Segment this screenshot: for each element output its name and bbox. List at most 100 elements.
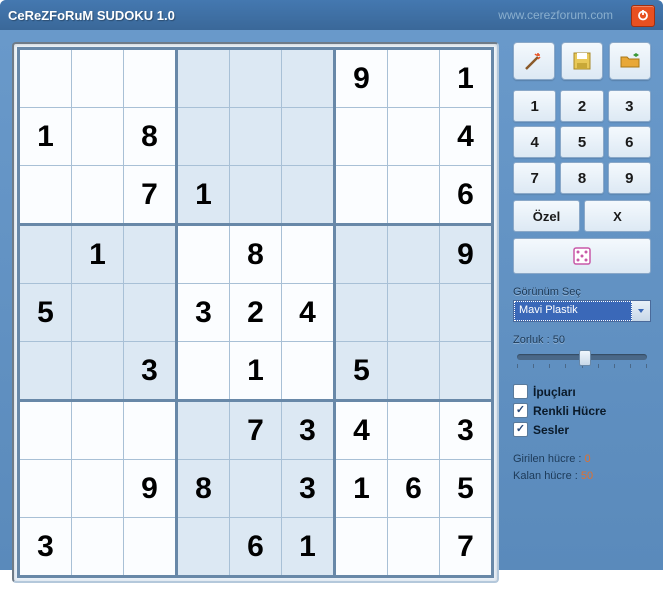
cell-2-0[interactable] (19, 166, 72, 225)
cell-4-6[interactable] (335, 284, 388, 342)
cell-3-1[interactable]: 1 (72, 225, 124, 284)
close-button[interactable] (631, 5, 655, 27)
colored-checkbox[interactable] (513, 403, 528, 418)
cell-3-3[interactable] (177, 225, 230, 284)
cell-7-5[interactable]: 3 (282, 460, 335, 518)
cell-8-2[interactable] (124, 518, 177, 577)
cell-8-3[interactable] (177, 518, 230, 577)
cell-2-3[interactable]: 1 (177, 166, 230, 225)
cell-5-7[interactable] (388, 342, 440, 401)
cell-5-3[interactable] (177, 342, 230, 401)
cell-4-5[interactable]: 4 (282, 284, 335, 342)
cell-7-0[interactable] (19, 460, 72, 518)
cell-0-1[interactable] (72, 49, 124, 108)
cell-8-6[interactable] (335, 518, 388, 577)
cell-8-8[interactable]: 7 (440, 518, 493, 577)
cell-3-2[interactable] (124, 225, 177, 284)
cell-2-2[interactable]: 7 (124, 166, 177, 225)
wand-button[interactable] (513, 42, 555, 80)
cell-6-2[interactable] (124, 401, 177, 460)
cell-1-6[interactable] (335, 108, 388, 166)
cell-0-6[interactable]: 9 (335, 49, 388, 108)
cell-7-3[interactable]: 8 (177, 460, 230, 518)
cell-7-2[interactable]: 9 (124, 460, 177, 518)
cell-2-7[interactable] (388, 166, 440, 225)
x-button[interactable]: X (584, 200, 651, 232)
cell-8-4[interactable]: 6 (230, 518, 282, 577)
numpad-4[interactable]: 4 (513, 126, 556, 158)
cell-1-8[interactable]: 4 (440, 108, 493, 166)
cell-3-0[interactable] (19, 225, 72, 284)
cell-5-6[interactable]: 5 (335, 342, 388, 401)
numpad-6[interactable]: 6 (608, 126, 651, 158)
cell-4-2[interactable] (124, 284, 177, 342)
hints-checkbox[interactable] (513, 384, 528, 399)
dice-button[interactable] (513, 238, 651, 274)
cell-4-0[interactable]: 5 (19, 284, 72, 342)
save-button[interactable] (561, 42, 603, 80)
numpad-9[interactable]: 9 (608, 162, 651, 194)
cell-6-3[interactable] (177, 401, 230, 460)
cell-0-2[interactable] (124, 49, 177, 108)
cell-1-0[interactable]: 1 (19, 108, 72, 166)
cell-0-3[interactable] (177, 49, 230, 108)
numpad-2[interactable]: 2 (560, 90, 603, 122)
cell-6-1[interactable] (72, 401, 124, 460)
cell-8-7[interactable] (388, 518, 440, 577)
cell-1-4[interactable] (230, 108, 282, 166)
colored-checkbox-row[interactable]: Renkli Hücre (513, 403, 651, 418)
numpad-7[interactable]: 7 (513, 162, 556, 194)
cell-2-5[interactable] (282, 166, 335, 225)
dropdown-arrow-icon[interactable] (632, 301, 650, 321)
cell-6-7[interactable] (388, 401, 440, 460)
cell-6-5[interactable]: 3 (282, 401, 335, 460)
cell-2-1[interactable] (72, 166, 124, 225)
numpad-8[interactable]: 8 (560, 162, 603, 194)
cell-4-1[interactable] (72, 284, 124, 342)
cell-2-8[interactable]: 6 (440, 166, 493, 225)
cell-5-1[interactable] (72, 342, 124, 401)
cell-6-8[interactable]: 3 (440, 401, 493, 460)
cell-8-1[interactable] (72, 518, 124, 577)
cell-0-5[interactable] (282, 49, 335, 108)
cell-5-8[interactable] (440, 342, 493, 401)
cell-4-3[interactable]: 3 (177, 284, 230, 342)
sounds-checkbox[interactable] (513, 422, 528, 437)
cell-3-4[interactable]: 8 (230, 225, 282, 284)
difficulty-slider[interactable] (517, 354, 647, 360)
cell-8-0[interactable]: 3 (19, 518, 72, 577)
cell-7-6[interactable]: 1 (335, 460, 388, 518)
numpad-3[interactable]: 3 (608, 90, 651, 122)
cell-3-8[interactable]: 9 (440, 225, 493, 284)
cell-6-0[interactable] (19, 401, 72, 460)
cell-3-7[interactable] (388, 225, 440, 284)
hints-checkbox-row[interactable]: İpuçları (513, 384, 651, 399)
cell-2-6[interactable] (335, 166, 388, 225)
cell-0-0[interactable] (19, 49, 72, 108)
cell-4-8[interactable] (440, 284, 493, 342)
cell-0-8[interactable]: 1 (440, 49, 493, 108)
numpad-5[interactable]: 5 (560, 126, 603, 158)
cell-3-5[interactable] (282, 225, 335, 284)
cell-7-7[interactable]: 6 (388, 460, 440, 518)
cell-1-1[interactable] (72, 108, 124, 166)
cell-8-5[interactable]: 1 (282, 518, 335, 577)
cell-7-8[interactable]: 5 (440, 460, 493, 518)
cell-1-5[interactable] (282, 108, 335, 166)
cell-1-2[interactable]: 8 (124, 108, 177, 166)
numpad-1[interactable]: 1 (513, 90, 556, 122)
cell-0-4[interactable] (230, 49, 282, 108)
cell-5-2[interactable]: 3 (124, 342, 177, 401)
cell-1-3[interactable] (177, 108, 230, 166)
open-button[interactable] (609, 42, 651, 80)
cell-3-6[interactable] (335, 225, 388, 284)
cell-6-4[interactable]: 7 (230, 401, 282, 460)
slider-thumb[interactable] (579, 350, 591, 366)
cell-7-1[interactable] (72, 460, 124, 518)
cell-2-4[interactable] (230, 166, 282, 225)
ozel-button[interactable]: Özel (513, 200, 580, 232)
view-dropdown[interactable]: Mavi Plastik (513, 300, 651, 322)
cell-5-0[interactable] (19, 342, 72, 401)
cell-1-7[interactable] (388, 108, 440, 166)
cell-7-4[interactable] (230, 460, 282, 518)
